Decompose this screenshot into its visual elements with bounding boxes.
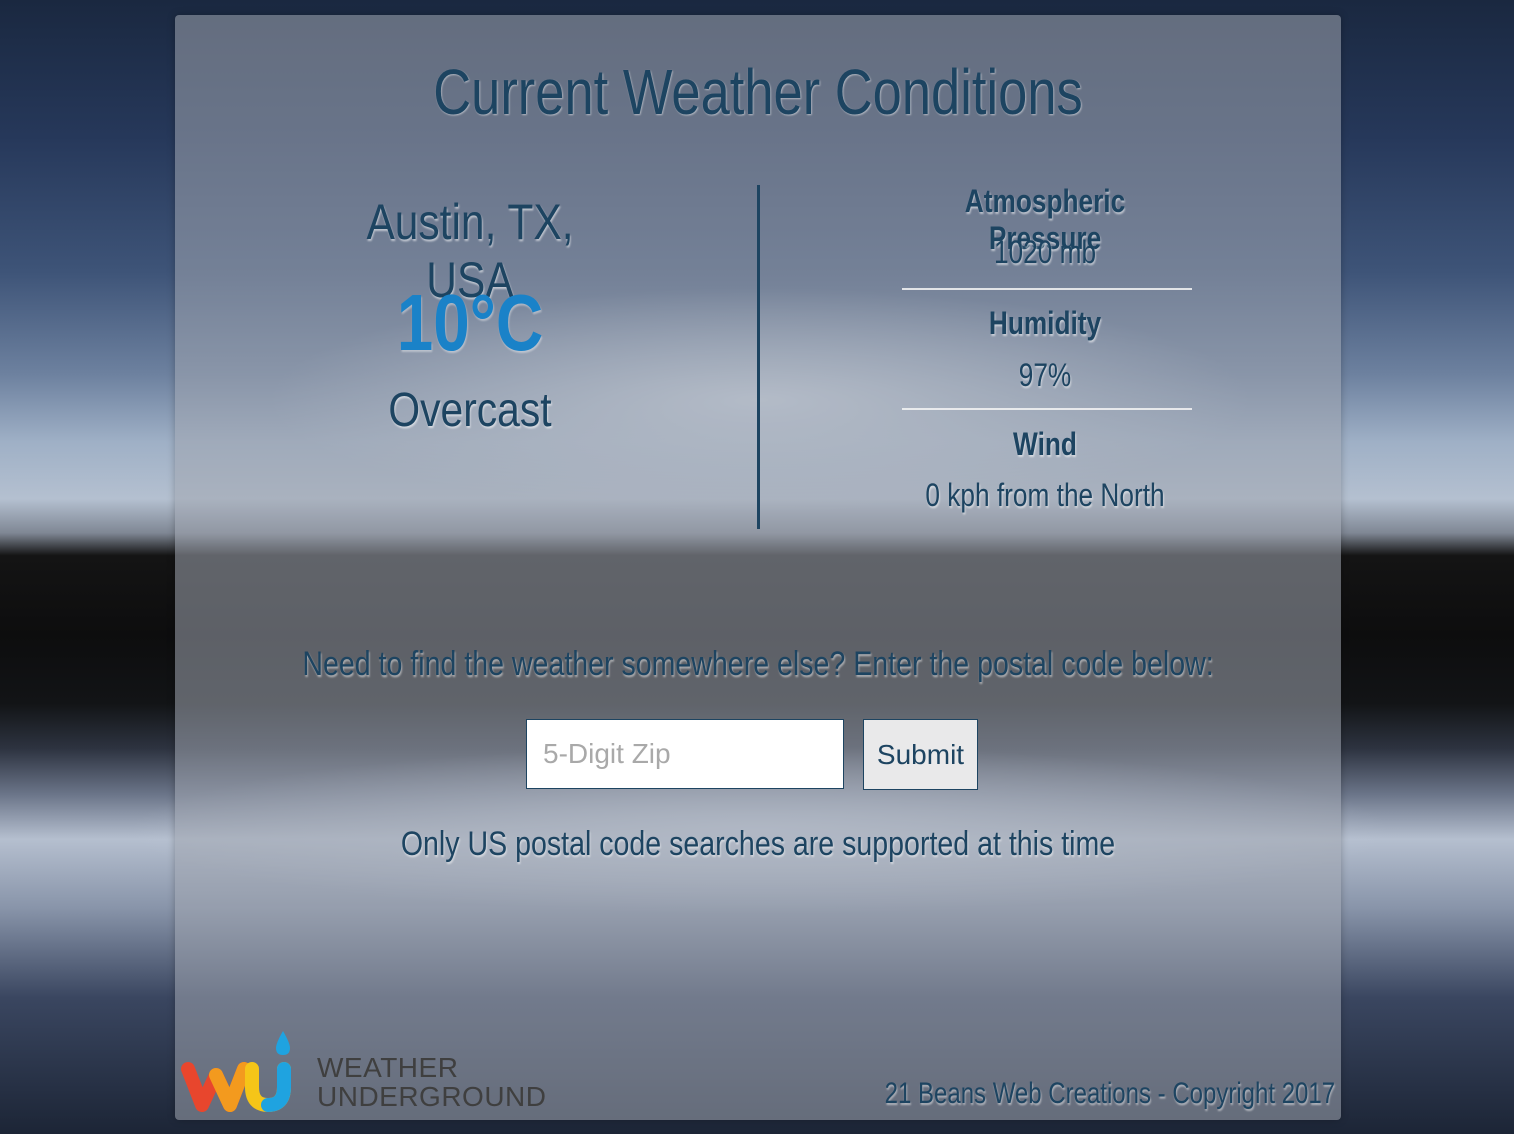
stat-divider [902,288,1192,290]
humidity-label: Humidity [988,305,1102,341]
copyright-text: 21 Beans Web Creations - Copyright 2017 [884,1077,1335,1110]
weather-underground-wordmark: WEATHER UNDERGROUND [317,1052,547,1112]
vertical-divider [757,185,760,529]
zip-input[interactable] [526,719,844,789]
wind-value: 0 kph from the North [925,477,1165,513]
temperature-value: 10°C [396,278,544,367]
pressure-value: 1020 mb [993,234,1097,270]
search-note: Only US postal code searches are support… [400,825,1116,863]
humidity-value: 97% [1018,357,1072,393]
page-title: Current Weather Conditions [433,56,1083,128]
wind-label: Wind [1013,426,1077,462]
weather-underground-logo-icon [180,1027,310,1117]
search-prompt: Need to find the weather somewhere else?… [302,645,1214,683]
submit-button[interactable]: Submit [863,719,978,790]
condition-text: Overcast [388,384,552,437]
weather-panel: Current Weather Conditions Austin, TX, U… [175,15,1341,1120]
stat-divider [902,408,1192,410]
